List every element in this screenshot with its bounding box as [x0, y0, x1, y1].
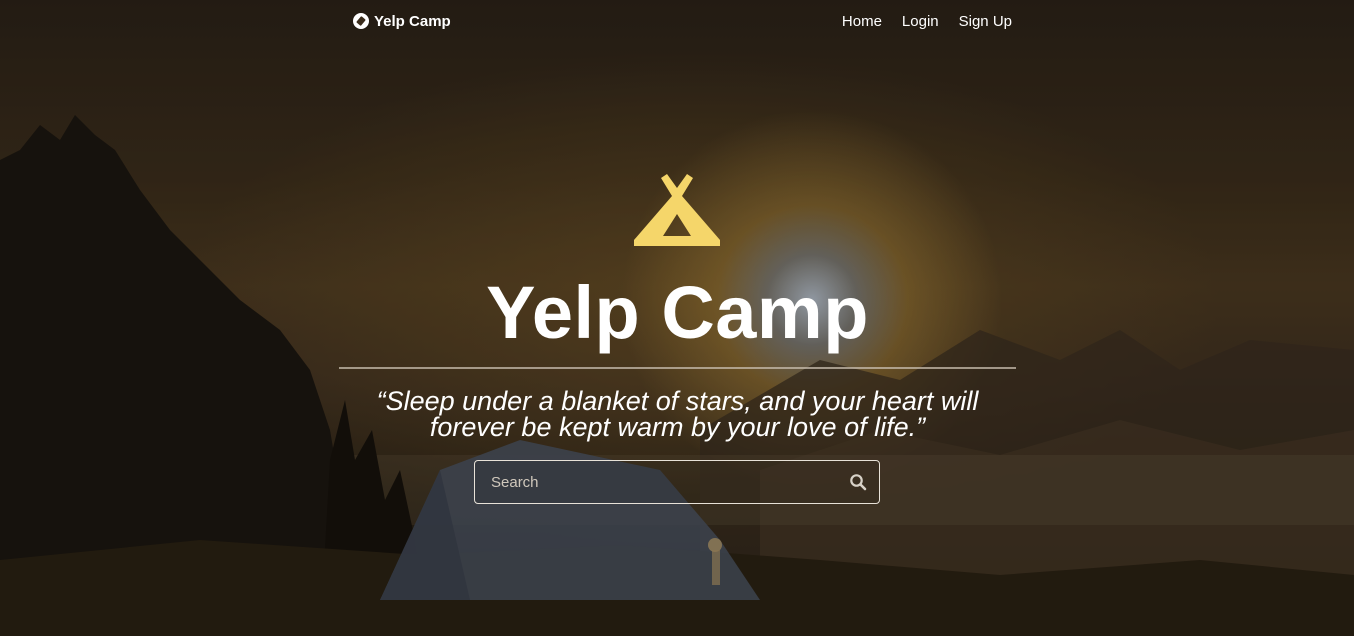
hero-title: Yelp Camp — [486, 271, 869, 354]
search-input[interactable] — [475, 461, 835, 503]
compass-icon — [353, 13, 369, 29]
tent-icon — [634, 174, 720, 246]
top-navbar: Yelp Camp Home Login Sign Up — [339, 0, 1016, 42]
search-box — [474, 460, 880, 504]
nav-link-login[interactable]: Login — [902, 13, 939, 30]
nav-links: Home Login Sign Up — [842, 13, 1012, 30]
nav-link-home[interactable]: Home — [842, 13, 882, 30]
nav-link-signup[interactable]: Sign Up — [959, 13, 1012, 30]
brand-link[interactable]: Yelp Camp — [353, 13, 451, 30]
brand-name: Yelp Camp — [374, 12, 451, 30]
hero-quote: “Sleep under a blanket of stars, and you… — [376, 386, 979, 442]
hero-divider — [339, 367, 1016, 369]
search-icon[interactable] — [849, 473, 867, 491]
